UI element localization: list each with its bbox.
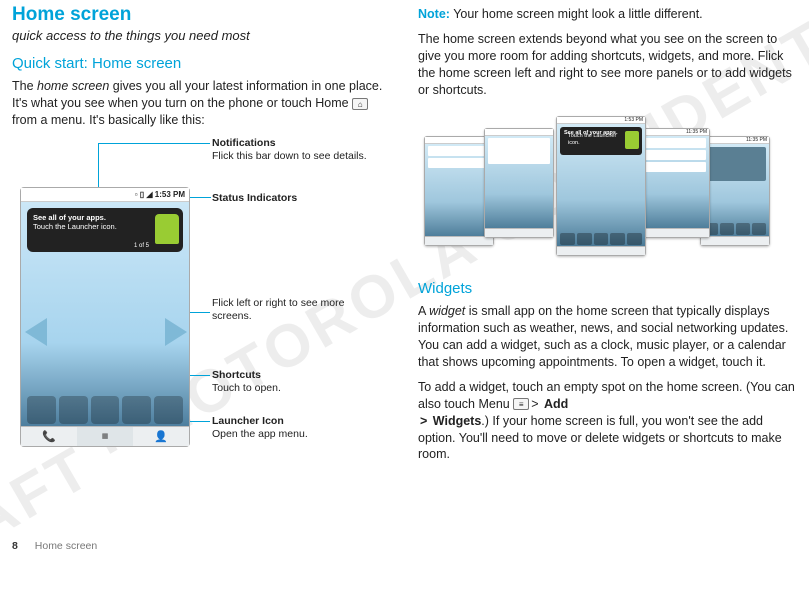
tips-widget: See all of your apps.Touch the Launcher … [560, 127, 642, 155]
status-bar: 11:35 PM [641, 129, 709, 136]
separator: > [420, 414, 427, 428]
shortcut-dock [704, 223, 766, 235]
widget-term: widget [429, 304, 465, 318]
shortcut-dock [27, 396, 183, 424]
note-label: Note: [418, 7, 450, 21]
menu-add: Add [544, 397, 568, 411]
dialer-button[interactable]: 📞 [21, 427, 77, 446]
home-screen-diagram: Notifications Flick this bar down to see… [12, 137, 392, 467]
callout-title: Notifications [212, 137, 276, 149]
photo-widget [704, 147, 766, 181]
section-widgets: Widgets [418, 280, 800, 297]
shortcut-slot[interactable] [59, 396, 88, 424]
shortcut-slot[interactable] [27, 396, 56, 424]
panel-center: 1:53 PM See all of your apps.Touch the L… [556, 116, 646, 256]
callout-status: Status Indicators [212, 192, 382, 205]
tip-text: See all of your apps.Touch the Launcher … [564, 130, 618, 137]
nav-bar [641, 228, 709, 237]
launcher-button[interactable]: ▦ [77, 427, 133, 446]
callout-launcher: Launcher Icon Open the app menu. [212, 415, 382, 441]
contact-widget [644, 138, 706, 148]
leader-line [98, 143, 210, 144]
status-bar [425, 137, 493, 144]
callout-body: Open the app menu. [212, 428, 308, 440]
text: is small app on the home screen that typ… [418, 304, 788, 369]
nav-bar [425, 236, 493, 245]
separator: > [531, 397, 538, 411]
signal-icons: ▫ ▯ ◢ [135, 190, 153, 199]
arrow-left-icon [25, 318, 47, 346]
note-body: Your home screen might look a little dif… [450, 7, 703, 21]
text: To add a widget, touch an empty spot on … [418, 380, 795, 411]
widgets-paragraph-2: To add a widget, touch an empty spot on … [418, 379, 800, 463]
callout-shortcuts: Shortcuts Touch to open. [212, 369, 382, 395]
tips-widget[interactable]: See all of your apps. Touch the Launcher… [27, 208, 183, 252]
text: The [12, 79, 37, 93]
callout-title: Launcher Icon [212, 415, 284, 427]
home-icon: ⌂ [352, 98, 368, 110]
menu-widgets: Widgets [433, 414, 482, 428]
footer-label: Home screen [35, 540, 97, 552]
intro-paragraph: The home screen gives you all your lates… [12, 78, 392, 129]
panel-left [484, 128, 554, 238]
tip-counter: 1 of 5 [134, 243, 149, 249]
callout-flick: Flick left or right to see more screens. [212, 297, 382, 323]
shortcut-slot[interactable] [91, 396, 120, 424]
android-icon [625, 131, 639, 149]
extends-paragraph: The home screen extends beyond what you … [418, 31, 800, 99]
widget-placeholder [428, 158, 490, 168]
text: A [418, 304, 429, 318]
callout-body: Touch to open. [212, 382, 281, 394]
contacts-button[interactable]: 👤 [133, 427, 189, 446]
panel-right: 11:35 PM [640, 128, 710, 238]
page-footer: 8 Home screen [12, 540, 97, 552]
status-bar[interactable]: ▫ ▯ ◢ 1:53 PM [21, 188, 189, 202]
page-number: 8 [12, 540, 18, 552]
nav-bar [701, 236, 769, 245]
widget-placeholder [488, 138, 550, 164]
nav-bar [485, 228, 553, 237]
panel-far-right: 11:35 PM [700, 136, 770, 246]
text: from a menu. It's basically like this: [12, 113, 205, 127]
nav-bar: 📞 ▦ 👤 [21, 426, 189, 446]
callout-body: Flick this bar down to see details. [212, 150, 367, 162]
callout-title: Shortcuts [212, 369, 261, 381]
status-bar: 1:53 PM [557, 117, 645, 124]
status-bar [485, 129, 553, 136]
widget-placeholder [428, 146, 490, 156]
home-screen-term: home screen [37, 79, 109, 93]
note-paragraph: Note: Your home screen might look a litt… [418, 6, 800, 23]
arrow-right-icon [165, 318, 187, 346]
section-quick-start: Quick start: Home screen [12, 55, 392, 72]
android-icon [155, 214, 179, 244]
page-subtitle: quick access to the things you need most [12, 28, 392, 43]
shortcut-slot[interactable] [154, 396, 183, 424]
callout-notifications: Notifications Flick this bar down to see… [212, 137, 382, 163]
menu-icon: ≡ [513, 398, 529, 410]
status-bar: 11:35 PM [701, 137, 769, 144]
swipe-arrows [11, 318, 201, 348]
callout-title: Status Indicators [212, 192, 297, 204]
callout-body: Flick left or right to see more screens. [212, 297, 344, 322]
clock: 1:53 PM [155, 190, 185, 199]
contact-widget [644, 150, 706, 160]
nav-bar [557, 246, 645, 255]
shortcut-dock [560, 233, 642, 245]
shortcut-slot[interactable] [122, 396, 151, 424]
contact-widget [644, 162, 706, 172]
page-title: Home screen [12, 4, 392, 26]
phone-mockup: ▫ ▯ ◢ 1:53 PM See all of your apps. Touc… [20, 187, 190, 447]
widgets-paragraph-1: A widget is small app on the home screen… [418, 303, 800, 371]
panels-diagram: 1:53 PM See all of your apps.Touch the L… [418, 108, 788, 268]
